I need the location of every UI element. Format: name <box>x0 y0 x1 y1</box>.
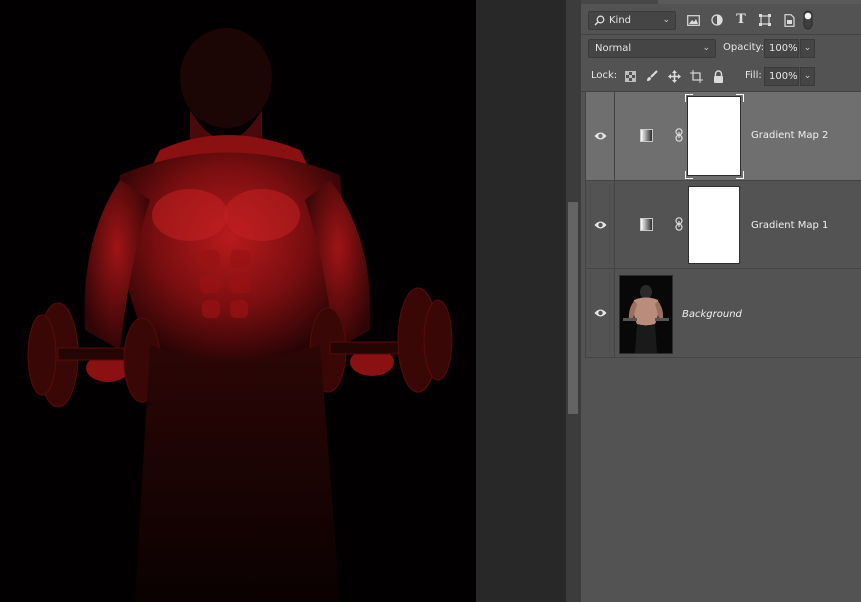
bodybuilder-thumbnail <box>623 285 669 353</box>
panel-tab-strip <box>581 0 861 4</box>
eye-icon <box>594 309 607 317</box>
opacity-label: Opacity: <box>723 42 765 53</box>
layer-row-background[interactable]: Background <box>585 269 861 357</box>
layers-panel: Kind ⌄ T Normal ⌄ Opacity: 100% ⌄ Lock: … <box>581 0 861 602</box>
layer-row-gradient-map-2[interactable]: Gradient Map 2 <box>585 92 861 180</box>
mask-selection-corner <box>685 94 693 102</box>
layer-mask-thumbnail[interactable] <box>688 186 740 264</box>
eye-icon <box>594 132 607 140</box>
opacity-input[interactable]: 100% <box>764 39 799 58</box>
visibility-toggle[interactable] <box>585 269 615 357</box>
blend-mode-dropdown[interactable]: Normal ⌄ <box>588 39 716 58</box>
shape-filter-icon[interactable] <box>757 12 773 28</box>
visibility-toggle[interactable] <box>585 92 615 180</box>
blend-row: Normal ⌄ Opacity: 100% ⌄ <box>581 38 861 60</box>
fill-label: Fill: <box>745 70 762 81</box>
chevron-down-icon: ⌄ <box>702 43 710 53</box>
chevron-down-icon: ⌄ <box>662 15 670 25</box>
layer-name[interactable]: Background <box>682 309 742 320</box>
visibility-toggle[interactable] <box>585 181 615 268</box>
document-canvas[interactable] <box>0 0 476 602</box>
canvas-scrollbar[interactable] <box>566 0 581 602</box>
type-filter-icon[interactable]: T <box>733 11 749 27</box>
lock-all-icon[interactable] <box>710 68 726 84</box>
smart-object-filter-icon[interactable] <box>781 12 797 28</box>
canvas-area[interactable] <box>0 0 566 602</box>
opacity-dropdown-arrow[interactable]: ⌄ <box>800 39 815 58</box>
chain-link-icon[interactable] <box>675 128 683 145</box>
layer-thumbnail[interactable] <box>619 275 673 354</box>
mask-selection-corner <box>736 171 744 179</box>
filter-kind-dropdown[interactable]: Kind ⌄ <box>588 11 676 30</box>
layer-filter-row: Kind ⌄ T <box>581 8 861 32</box>
lock-row: Lock: Fill: 100% ⌄ <box>581 66 861 88</box>
divider <box>585 92 586 358</box>
bodybuilder-image <box>27 28 453 602</box>
divider <box>581 34 861 35</box>
lock-move-icon[interactable] <box>666 68 682 84</box>
lock-transparent-icon[interactable] <box>622 68 638 84</box>
filter-kind-label: Kind <box>609 15 632 26</box>
image-filter-icon[interactable] <box>685 12 701 28</box>
layer-name[interactable]: Gradient Map 2 <box>751 130 828 141</box>
layer-name[interactable]: Gradient Map 1 <box>751 220 828 231</box>
blend-mode-value: Normal <box>595 43 632 54</box>
filter-toggle-icon[interactable] <box>803 10 813 30</box>
lock-label: Lock: <box>591 70 618 81</box>
mask-selection-corner <box>736 94 744 102</box>
layer-row-gradient-map-1[interactable]: Gradient Map 1 <box>585 181 861 268</box>
gradient-map-icon <box>640 218 653 231</box>
lock-brush-icon[interactable] <box>644 68 660 84</box>
fill-input[interactable]: 100% <box>764 67 799 86</box>
eye-icon <box>594 221 607 228</box>
canvas-scrollbar-thumb[interactable] <box>568 202 578 414</box>
mask-selection-corner <box>685 171 693 179</box>
gradient-map-icon <box>640 129 653 142</box>
search-icon <box>593 13 605 27</box>
layer-mask-thumbnail[interactable] <box>688 97 740 175</box>
divider <box>585 357 861 358</box>
lock-artboard-icon[interactable] <box>688 68 704 84</box>
chain-link-icon[interactable] <box>675 217 683 234</box>
fill-dropdown-arrow[interactable]: ⌄ <box>800 67 815 86</box>
adjustment-filter-icon[interactable] <box>709 12 725 28</box>
